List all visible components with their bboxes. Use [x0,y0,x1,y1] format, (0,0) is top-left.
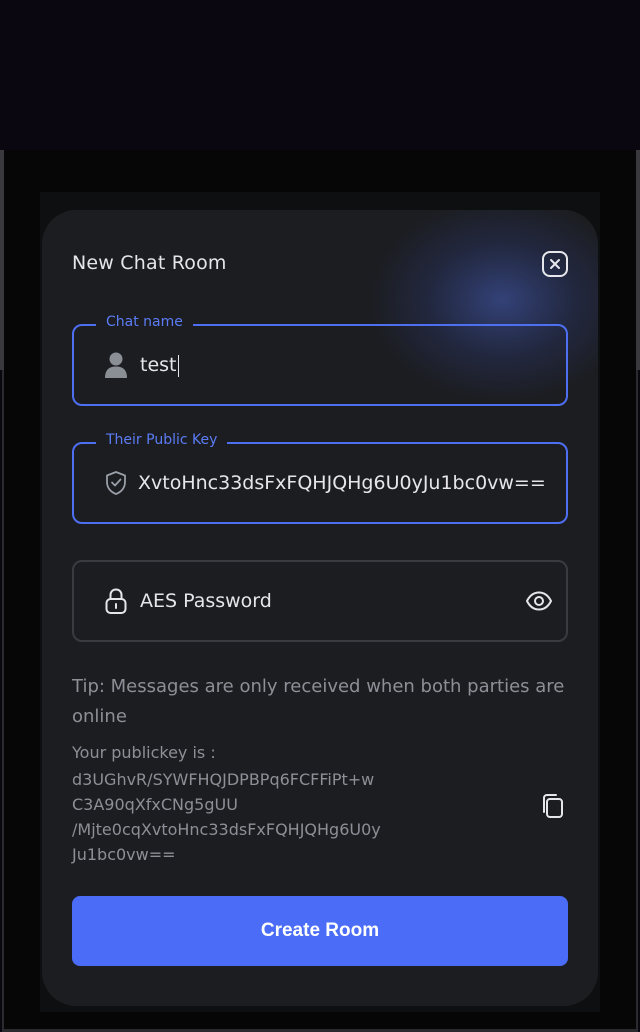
close-icon [550,259,560,269]
user-icon [102,348,130,382]
new-chat-room-modal: New Chat Room Chat name test Their Publi… [42,210,598,1006]
publickey-line: Ju1bc0vw== [72,845,176,864]
window-edge-left [0,150,4,370]
your-publickey-value: d3UGhvR/SYWFHQJDPBPq6FCFFiPt+w C3A90qXfx… [72,767,402,867]
publickey-line: d3UGhvR/SYWFHQJDPBPq6FCFFiPt+w [72,770,375,789]
toggle-password-visibility-button[interactable] [524,586,554,616]
modal-title: New Chat Room [72,252,227,274]
copy-icon [543,794,563,818]
aes-password-field[interactable]: AES Password [72,560,568,642]
close-button[interactable] [542,251,568,277]
shield-check-icon [102,466,130,500]
eye-icon [526,591,552,611]
window-edge-right [636,150,640,370]
text-caret [177,354,179,377]
copy-publickey-button[interactable] [538,790,568,822]
public-key-input[interactable]: XvtoHnc33dsFxFQHJQHg6U0yJu1bc0vw== [138,444,546,522]
chat-name-input[interactable]: test [140,326,179,404]
chat-name-field[interactable]: Chat name test [72,314,568,406]
create-room-button[interactable]: Create Room [72,896,568,966]
tip-text: Tip: Messages are only received when bot… [72,676,565,727]
aes-password-input[interactable]: AES Password [140,562,272,640]
your-publickey-label: Your publickey is : [72,743,216,762]
lock-icon [102,584,130,618]
publickey-line: /Mjte0cqXvtoHnc33dsFxFQHJQHg6U0y [72,820,381,839]
public-key-field[interactable]: Their Public Key XvtoHnc33dsFxFQHJQHg6U0… [72,432,568,524]
publickey-line: C3A90qXfxCNg5gUU [72,795,238,814]
